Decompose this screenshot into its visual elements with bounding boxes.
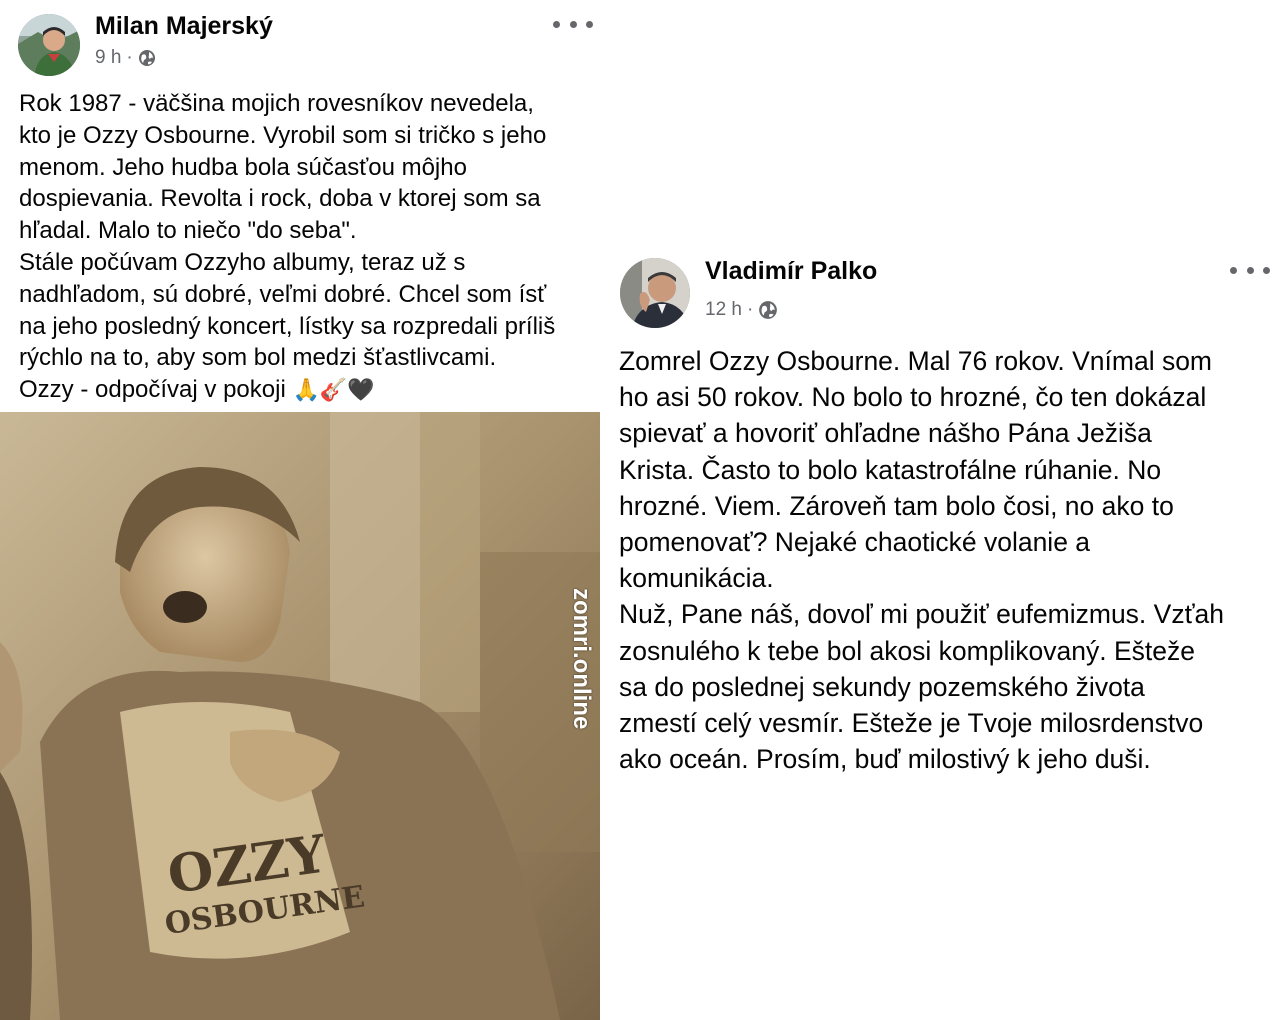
post-text-line: na jeho posledný koncert, lístky sa rozp…	[19, 312, 556, 340]
post-text-line: Stále počúvam Ozzyho albumy, teraz už s	[19, 248, 466, 276]
post-text-line: Zomrel Ozzy Osbourne. Mal 76 rokov. Vním…	[619, 346, 1213, 376]
praying-hands-emoji: 🙏	[292, 378, 320, 404]
post-time[interactable]: 9 h	[95, 47, 121, 69]
post-text-line: Krista. Často to bolo katastrofálne rúha…	[619, 454, 1162, 485]
post-text-line: zmestí celý vesmír. Ešteže je Tvoje milo…	[619, 708, 1204, 739]
post-text-line: sa do poslednej sekundy pozemského život…	[619, 671, 1145, 702]
guitar-emoji: 🎸	[319, 378, 348, 404]
post-text-line: komunikácia.	[619, 563, 774, 594]
meta-separator: ·	[746, 299, 754, 320]
post-text-line: menom. Jeho hudba bola súčasťou môjho	[19, 153, 467, 181]
post-text-line: Ozzy - odpočívaj v pokoji	[19, 376, 286, 404]
avatar-photo	[620, 258, 690, 328]
post-text-line: Nuž, Pane náš, dovoľ mi použiť eufemizmu…	[619, 599, 1224, 630]
sepia-photo: OZZY OSBOURNE	[0, 412, 600, 1020]
more-options-icon[interactable]	[553, 14, 593, 34]
globe-icon	[759, 301, 778, 319]
meta-separator: ·	[126, 47, 133, 68]
post-text-line: spievať a hovoriť ohľadne nášho Pána Jež…	[619, 418, 1152, 449]
post-text-line: Rok 1987 - väčšina mojich rovesníkov nev…	[19, 90, 534, 117]
post-text-line: ako oceán. Prosím, buď milostivý k jeho …	[619, 744, 1151, 775]
post-time[interactable]: 12 h	[705, 299, 742, 321]
black-heart-emoji: 🖤	[347, 378, 375, 404]
post-text-line: kto je Ozzy Osbourne. Vyrobil som si tri…	[19, 121, 547, 149]
post-text-line: dospievania. Revolta i rock, doba v ktor…	[19, 185, 541, 213]
post-text-line: zosnulého k tebe bol akosi komplikovaný.…	[619, 635, 1195, 666]
post-meta: 12 h ·	[705, 299, 778, 321]
post-text: Zomrel Ozzy Osbourne. Mal 76 rokov. Vním…	[619, 343, 1224, 777]
watermark: zomri.online	[568, 588, 595, 730]
globe-icon	[138, 50, 155, 66]
post-text-last-line: Ozzy - odpočívaj v pokoji 🙏🎸🖤	[19, 374, 555, 407]
author-name[interactable]: Vladimír Palko	[705, 257, 877, 286]
post-text-line: pomenovať? Nejaké chaotické volanie a	[619, 527, 1091, 558]
avatar[interactable]	[18, 14, 80, 76]
avatar[interactable]	[620, 258, 690, 328]
post-meta: 9 h ·	[95, 47, 156, 69]
avatar-photo	[18, 14, 80, 76]
post-text: Rok 1987 - väčšina mojich rovesníkov nev…	[19, 88, 555, 407]
author-name[interactable]: Milan Majerský	[95, 12, 273, 41]
post-text-line: hľadal. Malo to niečo "do seba".	[19, 217, 357, 245]
post-milan-majersky: Milan Majerský 9 h · Rok 1987 - väčšina …	[0, 0, 600, 1020]
post-text-line: nadhľadom, sú dobré, veľmi dobré. Chcel …	[19, 280, 547, 308]
post-text-line: rýchlo na to, aby som bol medzi šťastliv…	[19, 344, 497, 372]
post-text-line: ho asi 50 rokov. No bolo to hrozné, čo t…	[619, 382, 1207, 413]
more-options-icon[interactable]	[1230, 260, 1270, 280]
post-text-line: hrozné. Viem. Zároveň tam bolo čosi, no …	[619, 490, 1174, 521]
post-photo[interactable]: OZZY OSBOURNE	[0, 412, 600, 1020]
